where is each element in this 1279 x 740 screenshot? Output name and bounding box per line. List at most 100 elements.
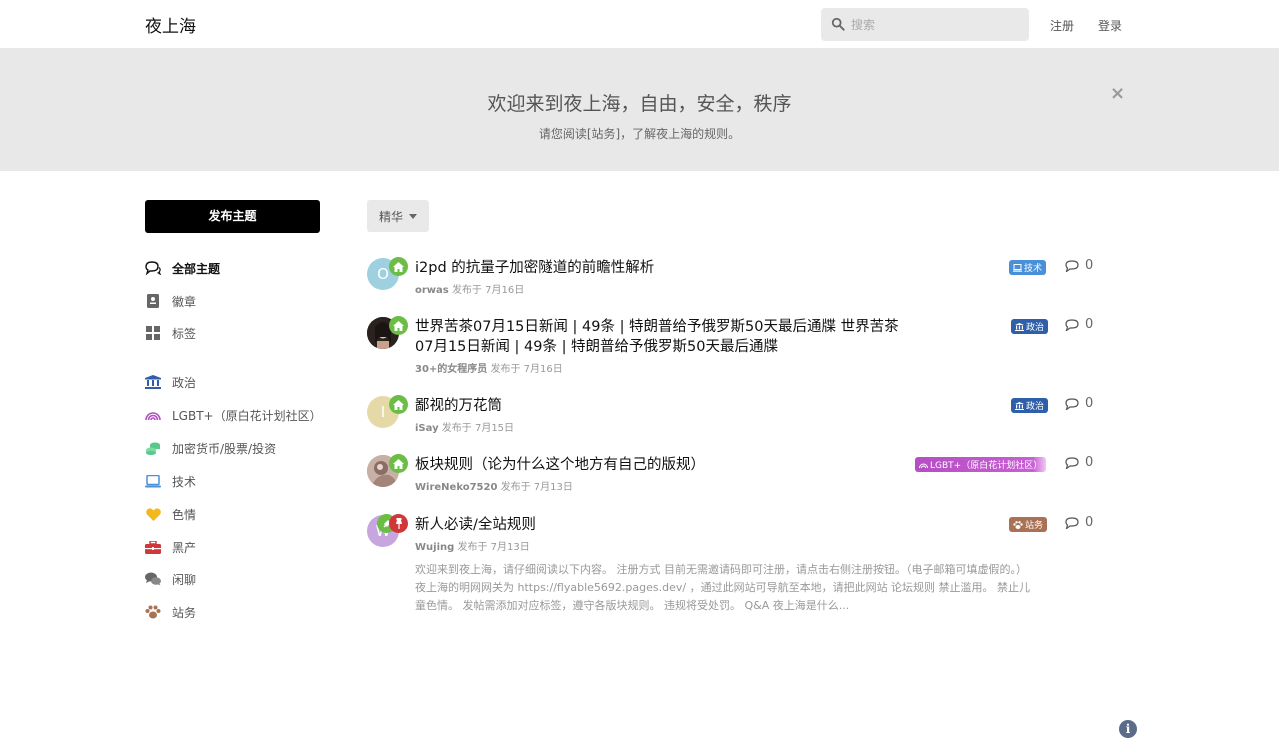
reply-count: 0	[1065, 396, 1093, 411]
sidebar-item-badges[interactable]: 徽章	[145, 291, 196, 311]
sidebar-item-label: 站务	[172, 605, 197, 620]
landmark-icon	[1015, 401, 1024, 410]
comments-icon	[145, 260, 161, 276]
reply-count-value: 0	[1085, 258, 1094, 273]
home-badge-icon	[389, 316, 408, 335]
discussion-author[interactable]: Wujing	[415, 542, 454, 553]
sidebar-item-all-topics[interactable]: 全部主题	[145, 258, 220, 278]
sidebar-item-label: 徽章	[172, 294, 197, 309]
search-input[interactable]	[851, 8, 1021, 41]
discussion-date: 发布于 7月13日	[500, 482, 573, 493]
login-link[interactable]: 登录	[1098, 17, 1122, 34]
reply-count-value: 0	[1085, 317, 1094, 332]
search-box[interactable]	[821, 8, 1029, 41]
discussion-author[interactable]: orwas	[415, 285, 449, 296]
comment-icon	[1065, 397, 1079, 410]
close-icon[interactable]: ×	[1110, 83, 1125, 104]
search-icon	[831, 17, 845, 31]
discussion-meta: WireNeko7520 发布于 7月13日	[415, 478, 573, 493]
sidebar-item-adult[interactable]: 色情	[145, 504, 196, 524]
sidebar-item-label: LGBT+（原白花计划社区）	[172, 408, 322, 423]
discussion-title[interactable]: 新人必读/全站规则	[415, 515, 915, 535]
discussion-date: 发布于 7月16日	[451, 285, 525, 296]
sidebar-item-tags[interactable]: 标签	[145, 323, 196, 343]
tag-label: 政治	[1026, 402, 1045, 412]
discussion-title[interactable]: 世界苦茶07月15日新闻 | 49条 | 特朗普给予俄罗斯50天最后通牒 世界苦…	[415, 317, 915, 357]
caret-down-icon	[409, 213, 417, 219]
badge-icon	[145, 293, 161, 309]
tag-politics[interactable]: 政治	[1011, 319, 1049, 334]
welcome-hero: 欢迎来到夜上海，自由，安全，秩序 请您阅读[站务]，了解夜上海的规则。 ×	[0, 48, 1279, 171]
signup-link[interactable]: 注册	[1050, 17, 1074, 34]
sidebar-item-crypto[interactable]: 加密货币/股票/投资	[145, 438, 276, 458]
discussion-title[interactable]: 板块规则（论为什么这个地方有自己的版规）	[415, 455, 915, 475]
home-badge-icon	[389, 257, 408, 276]
heart-icon	[145, 506, 161, 522]
laptop-icon	[145, 473, 161, 489]
post-topic-button[interactable]: 发布主题	[145, 200, 320, 233]
discussion-meta: orwas 发布于 7月16日	[415, 281, 524, 296]
comment-icon	[1065, 456, 1079, 469]
reply-count-value: 0	[1085, 515, 1094, 530]
discussion-item[interactable]: I 鄙视的万花筒 iSay 发布于 7月15日 政治 0	[367, 395, 1097, 436]
paw-icon	[145, 604, 161, 620]
discussion-date: 发布于 7月16日	[490, 364, 563, 375]
reply-count: 0	[1065, 258, 1093, 273]
chat-icon	[145, 571, 161, 587]
tag-lgbt[interactable]: LGBT+（原白花计划社区）	[915, 457, 1047, 472]
home-badge-icon	[389, 454, 408, 473]
discussion-date: 发布于 7月15日	[441, 423, 515, 434]
reply-count-value: 0	[1085, 455, 1094, 470]
toolbox-icon	[145, 539, 161, 555]
sidebar-item-politics[interactable]: 政治	[145, 372, 196, 392]
reply-count: 0	[1065, 455, 1093, 470]
discussion-author[interactable]: 30+的女程序员	[415, 364, 487, 375]
coins-icon	[145, 440, 161, 456]
discussion-title[interactable]: i2pd 的抗量子加密隧道的前瞻性解析	[415, 258, 915, 278]
sidebar-item-lgbt[interactable]: LGBT+（原白花计划社区）	[145, 405, 322, 425]
comment-icon	[1065, 259, 1079, 272]
landmark-icon	[1015, 322, 1024, 331]
filter-dropdown[interactable]: 精华	[367, 200, 429, 232]
sidebar-item-blackmarket[interactable]: 黑产	[145, 537, 196, 557]
reply-count: 0	[1065, 515, 1093, 530]
tag-label: 技术	[1024, 264, 1043, 274]
paw-icon	[1013, 520, 1023, 529]
discussion-author[interactable]: iSay	[415, 423, 439, 434]
sidebar-item-label: 全部主题	[172, 261, 221, 276]
header: 夜上海 注册 登录	[0, 0, 1279, 48]
discussion-excerpt: 欢迎来到夜上海，请仔细阅读以下内容。 注册方式 目前无需邀请码即可注册，请点击右…	[415, 563, 1031, 612]
sidebar-item-label: 加密货币/股票/投资	[172, 441, 277, 456]
tag-label: 站务	[1025, 521, 1044, 531]
discussion-item[interactable]: W 新人必读/全站规则 Wujing 发布于 7月13日 欢迎来到夜上海，请仔细…	[367, 514, 1097, 615]
sidebar-item-label: 政治	[172, 375, 197, 390]
discussion-meta: Wujing 发布于 7月13日	[415, 538, 530, 553]
sidebar-item-chitchat[interactable]: 闲聊	[145, 569, 196, 589]
tag-politics[interactable]: 政治	[1011, 398, 1049, 413]
tags-grid-icon	[145, 325, 161, 341]
hero-subtitle: 请您阅读[站务]，了解夜上海的规则。	[538, 127, 741, 141]
site-title[interactable]: 夜上海	[145, 12, 196, 37]
sidebar-item-label: 闲聊	[172, 572, 197, 587]
comment-icon	[1065, 318, 1079, 331]
sidebar-item-site-affairs[interactable]: 站务	[145, 602, 196, 622]
info-icon[interactable]: i	[1119, 720, 1137, 738]
rainbow-icon	[145, 407, 161, 423]
sidebar-item-tech[interactable]: 技术	[145, 471, 196, 491]
discussion-author[interactable]: WireNeko7520	[415, 482, 497, 493]
pin-icon	[389, 514, 408, 533]
tag-label: LGBT+（原白花计划社区）	[930, 461, 1043, 471]
sidebar-item-label: 黑产	[172, 540, 197, 555]
tag-tech[interactable]: 技术	[1009, 260, 1047, 275]
comment-icon	[1065, 516, 1079, 529]
tag-site-affairs[interactable]: 站务	[1009, 517, 1048, 532]
sidebar-item-label: 色情	[172, 507, 197, 522]
rainbow-icon	[919, 463, 928, 468]
hero-title: 欢迎来到夜上海，自由，安全，秩序	[487, 93, 792, 115]
discussion-item[interactable]: 板块规则（论为什么这个地方有自己的版规） WireNeko7520 发布于 7月…	[367, 454, 1097, 495]
discussion-item[interactable]: O i2pd 的抗量子加密隧道的前瞻性解析 orwas 发布于 7月16日 技术…	[367, 257, 1097, 298]
discussion-title[interactable]: 鄙视的万花筒	[415, 396, 915, 416]
landmark-icon	[145, 374, 161, 390]
tag-label: 政治	[1026, 323, 1045, 333]
discussion-item[interactable]: 世界苦茶07月15日新闻 | 49条 | 特朗普给予俄罗斯50天最后通牒 世界苦…	[367, 316, 1097, 375]
